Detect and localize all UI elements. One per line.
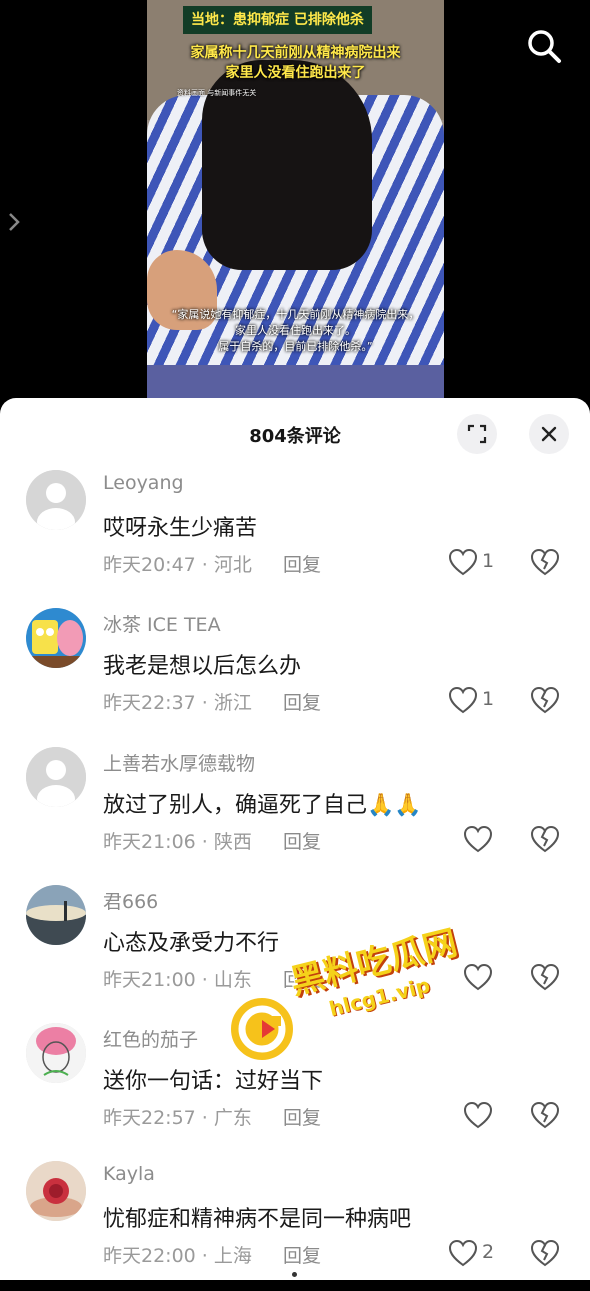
chevron-right-icon[interactable] xyxy=(6,208,22,236)
like-count: 1 xyxy=(482,550,495,572)
broken-heart-icon xyxy=(530,548,560,576)
video-subtitle-line2: 家里人没看住跑出来了。 xyxy=(235,324,356,337)
video-subtitle-line1: “家属说她有抑郁症，十几天前刚从精神病院出来， xyxy=(171,308,420,321)
like-button[interactable] xyxy=(463,1101,533,1131)
comment-username[interactable]: 冰茶 ICE TEA xyxy=(103,610,221,637)
comment-meta: 昨天22:00 · 上海 xyxy=(103,1245,252,1267)
comment-item: 红色的茄子 送你一句话：过好当下 昨天22:57 · 广东 回复 xyxy=(0,1023,590,1153)
comment-meta: 昨天22:37 · 浙江 xyxy=(103,692,252,714)
expand-icon xyxy=(467,424,487,444)
comment-username[interactable]: Leoyang xyxy=(103,472,184,494)
broken-heart-icon xyxy=(530,1239,560,1267)
video-tag: 当地：患抑郁症 已排除他杀 xyxy=(183,6,372,34)
comment-username[interactable]: 上善若水厚德载物 xyxy=(103,749,255,776)
search-icon[interactable] xyxy=(524,26,564,66)
reply-button[interactable]: 回复 xyxy=(283,1241,321,1268)
heart-icon xyxy=(463,825,493,853)
close-icon xyxy=(541,426,557,442)
comment-text: 心态及承受力不行 xyxy=(103,931,280,956)
home-indicator xyxy=(292,1272,297,1277)
comment-text: 我老是想以后怎么办 xyxy=(103,654,302,679)
video-note: 资料画面 与新闻事件无关 xyxy=(177,89,257,97)
avatar[interactable] xyxy=(26,885,86,945)
dislike-button[interactable] xyxy=(530,686,560,716)
reply-button[interactable]: 回复 xyxy=(283,1103,321,1130)
video-bottom xyxy=(147,365,444,400)
avatar[interactable] xyxy=(26,470,86,530)
comment-meta: 昨天21:00 · 山东 xyxy=(103,969,252,991)
dislike-button[interactable] xyxy=(530,548,560,578)
avatar[interactable] xyxy=(26,608,86,668)
avatar[interactable] xyxy=(26,1161,86,1221)
comment-item: 上善若水厚德载物 放过了别人，确逼死了自己🙏🙏 昨天21:06 · 陕西 回复 xyxy=(0,747,590,877)
heart-icon xyxy=(463,1101,493,1129)
like-button[interactable]: 1 xyxy=(448,686,518,716)
comment-username[interactable]: 君666 xyxy=(103,887,158,914)
broken-heart-icon xyxy=(530,963,560,991)
video-caption-line1: 家属称十几天前刚从精神病院出来 xyxy=(190,45,401,61)
heart-icon xyxy=(448,686,478,714)
heart-icon xyxy=(463,963,493,991)
like-count: 2 xyxy=(482,1241,495,1263)
comment-item: 冰茶 ICE TEA 我老是想以后怎么办 昨天22:37 · 浙江 回复 1 xyxy=(0,608,590,738)
reply-button[interactable]: 回复 xyxy=(283,965,321,992)
dislike-button[interactable] xyxy=(530,963,560,993)
avatar[interactable] xyxy=(26,747,86,807)
reply-button[interactable]: 回复 xyxy=(283,688,321,715)
dislike-button[interactable] xyxy=(530,825,560,855)
expand-button[interactable] xyxy=(457,414,497,454)
reply-button[interactable]: 回复 xyxy=(283,550,321,577)
like-button[interactable] xyxy=(463,963,533,993)
pray-emoji: 🙏🙏 xyxy=(367,793,422,818)
broken-heart-icon xyxy=(530,825,560,853)
video-caption-line2: 家里人没看住跑出来了 xyxy=(225,65,366,81)
comment-text: 哎呀永生少痛苦 xyxy=(103,516,258,541)
comment-text: 送你一句话：过好当下 xyxy=(103,1069,324,1094)
reply-button[interactable]: 回复 xyxy=(283,827,321,854)
comment-meta: 昨天21:06 · 陕西 xyxy=(103,831,252,853)
comment-text: 忧郁症和精神病不是同一种病吧 xyxy=(103,1207,412,1232)
comment-item: Leoyang 哎呀永生少痛苦 昨天20:47 · 河北 回复 1 xyxy=(0,470,590,600)
dislike-button[interactable] xyxy=(530,1239,560,1269)
heart-icon xyxy=(448,1239,478,1267)
close-button[interactable] xyxy=(529,414,569,454)
like-button[interactable]: 1 xyxy=(448,548,518,578)
comment-item: 君666 心态及承受力不行 昨天21:00 · 山东 回复 xyxy=(0,885,590,1015)
broken-heart-icon xyxy=(530,686,560,714)
dislike-button[interactable] xyxy=(530,1101,560,1131)
like-button[interactable]: 2 xyxy=(448,1239,518,1269)
comment-username[interactable]: 红色的茄子 xyxy=(103,1025,198,1052)
video-player[interactable]: 当地：患抑郁症 已排除他杀 家属称十几天前刚从精神病院出来 家里人没看住跑出来了… xyxy=(147,0,444,400)
video-subtitle-line3: 属于自杀的，目前已排除他杀。” xyxy=(218,340,373,353)
comment-meta: 昨天22:57 · 广东 xyxy=(103,1107,252,1129)
like-count: 1 xyxy=(482,688,495,710)
comment-count-title: 804条评论 xyxy=(249,426,341,447)
avatar[interactable] xyxy=(26,1023,86,1083)
broken-heart-icon xyxy=(530,1101,560,1129)
comment-username[interactable]: Kayla xyxy=(103,1163,155,1185)
comment-text: 放过了别人，确逼死了自己🙏🙏 xyxy=(103,793,422,818)
comment-meta: 昨天20:47 · 河北 xyxy=(103,554,252,576)
heart-icon xyxy=(448,548,478,576)
like-button[interactable] xyxy=(463,825,533,855)
